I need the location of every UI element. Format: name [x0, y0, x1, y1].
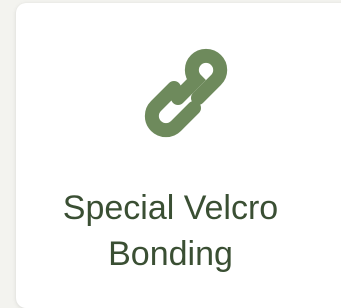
card-title-line-1: Special Velcro — [62, 189, 279, 227]
link-icon — [126, 48, 246, 138]
card-title-line-2: Bonding — [108, 235, 233, 273]
card-title: Special Velcro Bonding — [0, 185, 341, 277]
category-card-special-velcro-bonding[interactable]: Special Velcro Bonding — [16, 3, 341, 308]
